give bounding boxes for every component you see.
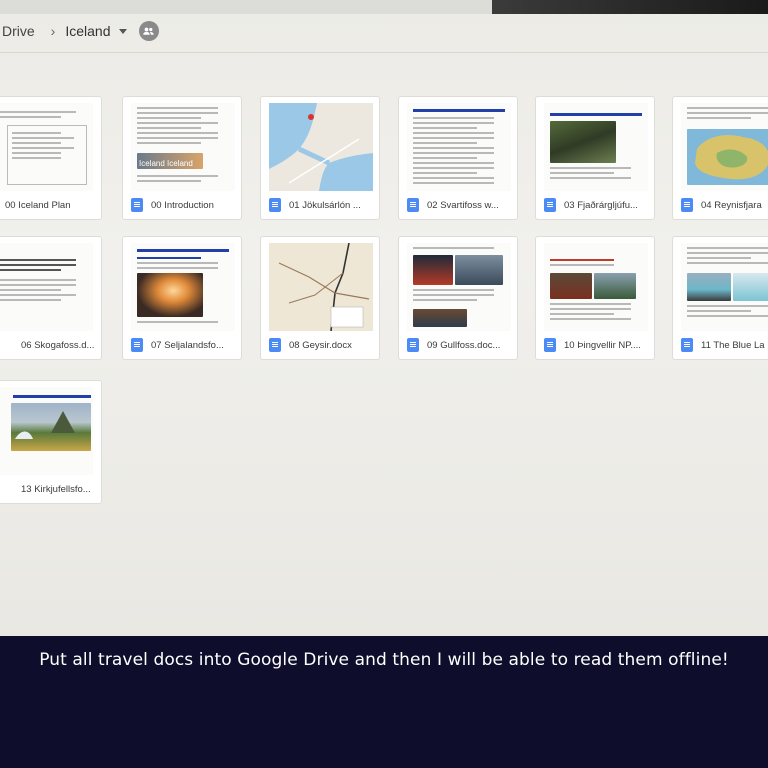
file-thumbnail: Iceland Iceland: [131, 103, 235, 191]
google-docs-icon: [407, 338, 419, 352]
file-card[interactable]: 03 Fjaðrárgljúfu...: [535, 96, 655, 220]
file-name: 08 Geysir.docx: [289, 339, 352, 351]
file-thumbnail: [681, 243, 768, 331]
file-card[interactable]: 01 Jökulsárlón ...: [260, 96, 380, 220]
file-thumbnail: [407, 103, 511, 191]
file-card[interactable]: 08 Geysir.docx: [260, 236, 380, 360]
file-thumbnail: [269, 243, 373, 331]
file-thumbnail: [131, 243, 235, 331]
thumbnail-banner-text: Iceland Iceland: [139, 159, 193, 168]
file-card[interactable]: 09 Gullfoss.doc...: [398, 236, 518, 360]
google-docs-icon: [269, 198, 281, 212]
google-docs-icon: [681, 338, 693, 352]
drive-screen: Drive › Iceland 00 Iceland Plan Iceland …: [0, 0, 768, 636]
file-name: 13 Kirkjufellsfo...: [21, 483, 91, 495]
file-name: 11 The Blue La: [701, 339, 765, 351]
file-card[interactable]: 10 Þingvellir NP....: [535, 236, 655, 360]
google-docs-icon: [131, 198, 143, 212]
file-card[interactable]: 07 Seljalandsfo...: [122, 236, 242, 360]
file-name: 04 Reynisfjara: [701, 199, 762, 211]
photo-caption: Put all travel docs into Google Drive an…: [39, 650, 729, 670]
file-card[interactable]: 02 Svartifoss w...: [398, 96, 518, 220]
file-name: 09 Gullfoss.doc...: [427, 339, 501, 351]
file-name: 00 Iceland Plan: [5, 199, 71, 211]
file-thumbnail: [681, 103, 768, 191]
file-thumbnail: [0, 243, 93, 331]
file-card[interactable]: 13 Kirkjufellsfo...: [0, 380, 102, 504]
file-card[interactable]: 11 The Blue La: [672, 236, 768, 360]
google-docs-icon: [544, 338, 556, 352]
file-name: 02 Svartifoss w...: [427, 199, 499, 211]
file-card[interactable]: 06 Skogafoss.d...: [0, 236, 102, 360]
file-card[interactable]: Iceland Iceland 00 Introduction: [122, 96, 242, 220]
google-docs-icon: [269, 338, 281, 352]
file-name: 10 Þingvellir NP....: [564, 339, 641, 351]
file-name: 00 Introduction: [151, 199, 214, 211]
file-thumbnail: [544, 243, 648, 331]
file-thumbnail: [544, 103, 648, 191]
file-thumbnail: [269, 103, 373, 191]
file-card[interactable]: 04 Reynisfjara: [672, 96, 768, 220]
file-thumbnail: [407, 243, 511, 331]
google-docs-icon: [407, 198, 419, 212]
file-thumbnail: [0, 103, 93, 191]
file-name: 06 Skogafoss.d...: [21, 339, 95, 351]
file-grid: 00 Iceland Plan Iceland Iceland 00 Intro…: [0, 0, 768, 636]
google-docs-icon: [131, 338, 143, 352]
file-name: 01 Jökulsárlón ...: [289, 199, 361, 211]
file-name: 03 Fjaðrárgljúfu...: [564, 199, 638, 211]
file-thumbnail: [0, 387, 93, 475]
google-docs-icon: [544, 198, 556, 212]
file-card[interactable]: 00 Iceland Plan: [0, 96, 102, 220]
file-name: 07 Seljalandsfo...: [151, 339, 224, 351]
google-docs-icon: [681, 198, 693, 212]
